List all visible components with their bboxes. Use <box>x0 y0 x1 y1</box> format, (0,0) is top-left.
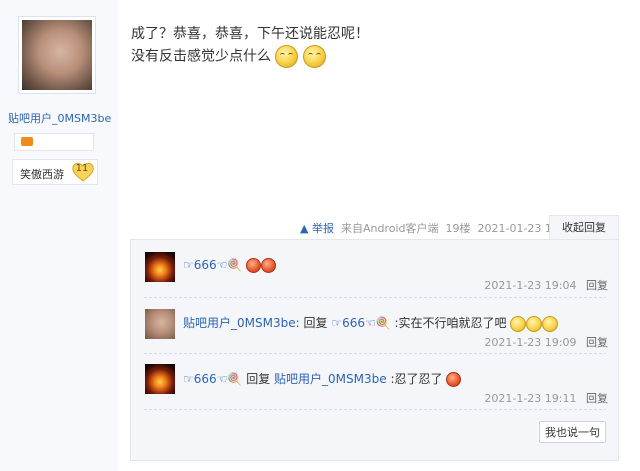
reply-user[interactable]: ☞666☜🍭 <box>183 372 242 386</box>
level-name: 笑傲西游 <box>20 168 64 181</box>
angry-emoji-icon <box>261 258 277 273</box>
reply-timestamp: 2021-1-23 19:04 <box>484 279 577 292</box>
reply-avatar[interactable] <box>145 364 175 394</box>
reply-text: :实在不行咱就忍了吧 <box>394 316 507 330</box>
smiley-emoji-icon <box>510 315 527 332</box>
reply-button[interactable]: 回复 <box>586 392 608 405</box>
post-line1-text: 成了？恭喜，恭喜，下午还说能忍呢！ <box>131 26 369 42</box>
angry-emoji-icon <box>446 372 462 387</box>
badge-icon <box>21 137 33 146</box>
reply-action: 回复 <box>246 372 271 386</box>
post-meta: ▲ 举报 来自Android客户端 19楼 2021-01-23 19:01 <box>300 220 577 236</box>
author-avatar[interactable] <box>18 16 96 94</box>
reply-divider <box>144 409 606 410</box>
reply-button[interactable]: 回复 <box>586 336 608 349</box>
reply-timestamp: 2021-1-23 19:09 <box>484 336 577 349</box>
reply-target[interactable]: 贴吧用户_0MSM3be <box>274 372 387 386</box>
add-reply-button[interactable]: 我也说一句 <box>539 421 606 443</box>
reply-meta: 2021-1-23 19:11 回复 <box>484 390 608 406</box>
post-source: 来自Android客户端 <box>340 222 439 235</box>
reply-text: :忍了忍了 <box>390 372 443 386</box>
angry-emoji-icon <box>246 258 262 273</box>
post-floor: 19楼 <box>445 222 471 235</box>
reply-divider <box>144 297 606 298</box>
level-number: 11 <box>75 163 89 174</box>
post-text-line1: 成了？恭喜，恭喜，下午还说能忍呢！ <box>131 23 369 43</box>
reply-divider <box>144 353 606 354</box>
level-badge[interactable]: 笑傲西游 11 <box>12 159 98 185</box>
reply-user[interactable]: ☞666☜🍭 <box>183 258 242 272</box>
reply-timestamp: 2021-1-23 19:11 <box>484 392 577 405</box>
post-line2-text: 没有反击感觉少点什么 <box>131 48 271 65</box>
reply-content: ☞666☜🍭 <box>183 258 277 273</box>
reply-meta: 2021-1-23 19:04 回复 <box>484 277 608 293</box>
reply-avatar[interactable] <box>145 309 175 339</box>
reply-button[interactable]: 回复 <box>586 279 608 292</box>
reply-content: 贴吧用户_0MSM3be: 回复 ☞666☜🍭 :实在不行咱就忍了吧 <box>183 314 559 332</box>
smiley-emoji-icon <box>302 45 326 68</box>
reply-meta: 2021-1-23 19:09 回复 <box>484 334 608 350</box>
reply-user[interactable]: 贴吧用户_0MSM3be: <box>183 316 300 330</box>
report-link[interactable]: 举报 <box>312 222 334 235</box>
smiley-emoji-icon <box>275 45 299 68</box>
smiley-emoji-icon <box>542 315 559 332</box>
smiley-emoji-icon <box>526 315 543 332</box>
reply-target[interactable]: ☞666☜🍭 <box>331 316 390 330</box>
reply-content: ☞666☜🍭 回复 贴吧用户_0MSM3be :忍了忍了 <box>183 370 462 387</box>
author-name[interactable]: 贴吧用户_0MSM3be <box>8 110 112 126</box>
collapse-replies-button[interactable]: 收起回复 <box>549 215 619 240</box>
avatar-image <box>22 20 92 90</box>
author-badge[interactable] <box>14 133 94 151</box>
reply-action: 回复 <box>303 316 328 330</box>
warning-icon: ▲ <box>300 222 309 235</box>
reply-avatar[interactable] <box>145 252 175 282</box>
post-text-line2: 没有反击感觉少点什么 <box>131 45 326 68</box>
author-sidebar: 贴吧用户_0MSM3be 笑傲西游 11 <box>0 0 118 471</box>
